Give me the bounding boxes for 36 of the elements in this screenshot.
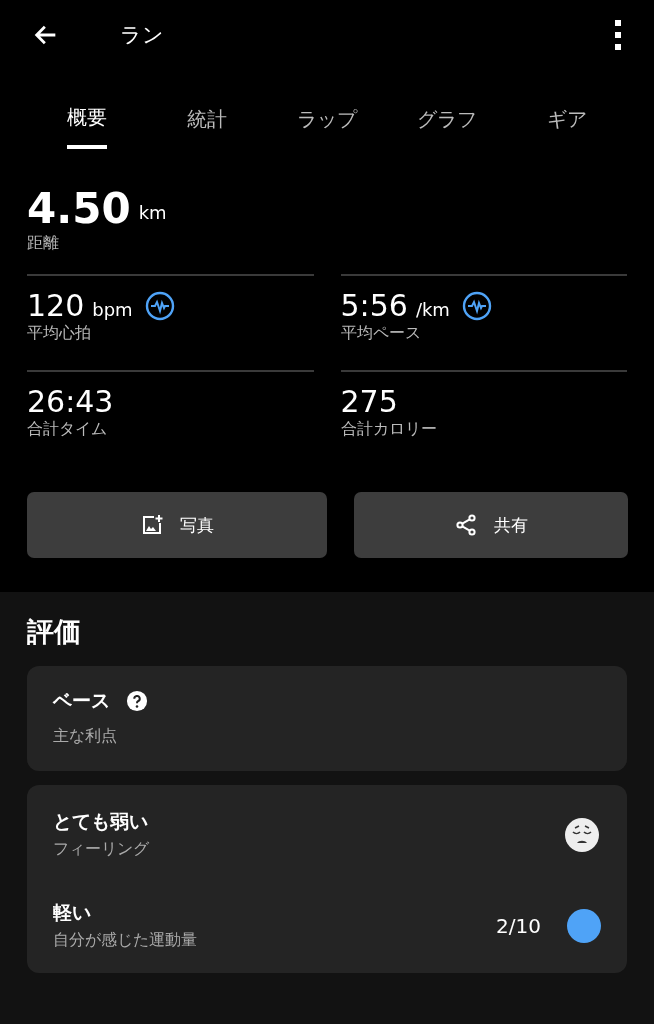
screen-title: ラン [120, 22, 165, 49]
stat-value: 5:56 [340, 288, 408, 323]
item-title: 軽い [53, 900, 92, 925]
distance-label: 距離 [27, 233, 60, 254]
stat-unit: bpm [92, 299, 133, 320]
stat-unit: /km [415, 299, 450, 320]
sad-face-icon [565, 817, 599, 852]
stat-value: 275 [340, 384, 398, 419]
tab[interactable]: グラフ [387, 85, 507, 147]
add-photo-icon [140, 513, 164, 537]
effort-reading: 2/10 [496, 913, 541, 938]
item-title: とても弱い [53, 809, 149, 834]
item-subtitle: 主な利点 [53, 726, 118, 747]
add-photo-button[interactable]: 写真 [27, 492, 327, 558]
stat-value: 120 [27, 288, 85, 323]
more-menu-icon[interactable] [615, 20, 621, 50]
item-title: ベース [53, 688, 110, 713]
stat-value: 26:43 [27, 384, 114, 419]
section-title: 評価 [27, 615, 82, 649]
distance-unit: km [138, 202, 167, 223]
tab[interactable]: ギア [507, 85, 627, 147]
help-icon[interactable] [126, 690, 148, 712]
tab[interactable]: ラップ [267, 85, 387, 147]
stat-label: 平均心拍 [27, 323, 92, 344]
stat-label: 合計タイム [27, 419, 108, 440]
share-icon [454, 513, 478, 537]
item-subtitle: 自分が感じた運動量 [53, 930, 198, 951]
tab[interactable]: 統計 [147, 85, 267, 147]
stat-label: 平均ペース [340, 323, 422, 344]
tab[interactable]: 概要 [67, 83, 107, 149]
item-subtitle: フィーリング [53, 839, 150, 860]
heartbeat-icon[interactable] [461, 290, 492, 321]
stat-label: 合計カロリー [340, 419, 438, 440]
share-button[interactable]: 共有 [354, 492, 628, 558]
heartbeat-icon[interactable] [144, 290, 175, 321]
distance-value: 4.50 [27, 184, 131, 233]
